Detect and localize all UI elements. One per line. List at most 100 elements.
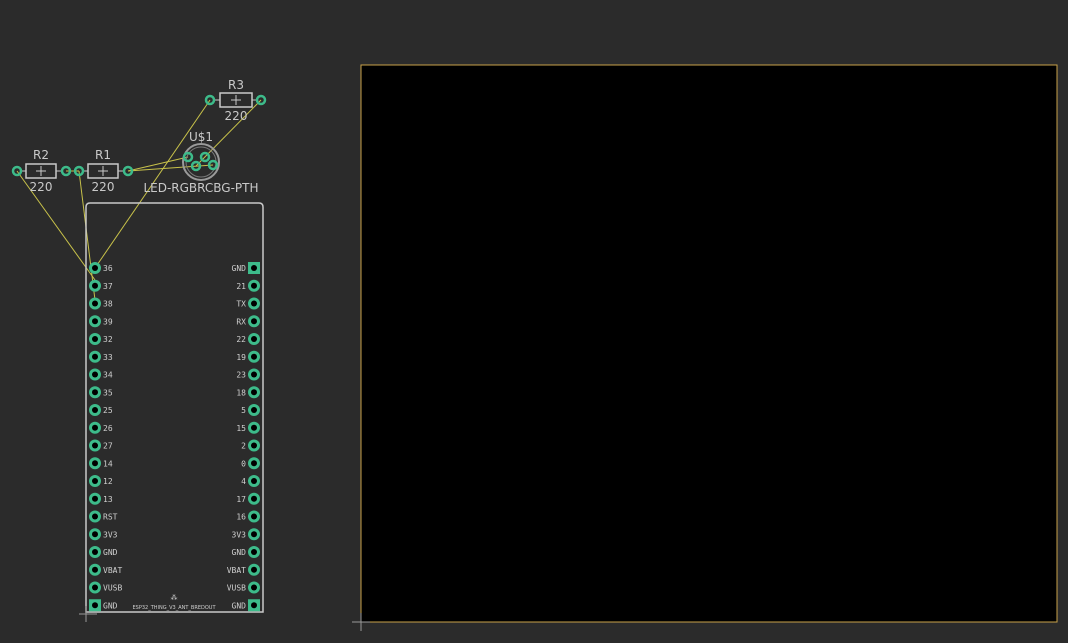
esp32-left-pad-hole-3 bbox=[92, 318, 98, 325]
esp32-right-pin-label-1: 21 bbox=[236, 282, 246, 291]
esp32-left-pad-hole-8 bbox=[92, 407, 98, 413]
esp32-left-pad-hole-10 bbox=[92, 442, 98, 449]
esp32-right-pad-hole-6 bbox=[251, 371, 257, 378]
esp32-right-pin-column: GND 21 TX RX 22 19 23 18 5 15 2 0 4 17 16 3V3 GND VBAT VUS… bbox=[227, 262, 260, 612]
esp32-module[interactable]: 3637383932333435252627141213RST3V3GNDVBA… bbox=[85, 202, 264, 613]
resistor-r1[interactable]: R1 220 bbox=[73, 148, 134, 194]
esp32-left-pin-label-6: 34 bbox=[103, 371, 113, 380]
esp32-right-pin-label-0: GND bbox=[232, 264, 247, 273]
esp32-left-pin-label-2: 38 bbox=[103, 300, 113, 309]
esp32-right-pad-hole-18 bbox=[251, 584, 257, 591]
esp32-left-pin-label-17: VBAT bbox=[103, 566, 122, 575]
resistor-r3[interactable]: R3 220 bbox=[204, 78, 267, 123]
esp32-right-pad-hole-0 bbox=[251, 265, 257, 271]
esp32-left-pad-hole-2 bbox=[92, 300, 98, 307]
esp32-right-pin-label-14: 16 bbox=[236, 513, 246, 522]
esp32-left-pin-label-12: 12 bbox=[103, 477, 113, 486]
esp32-right-pin-label-17: VBAT bbox=[227, 566, 246, 575]
esp32-left-pad-hole-18 bbox=[92, 584, 98, 591]
esp32-right-pad-hole-1 bbox=[251, 282, 257, 289]
esp32-left-pin-label-1: 37 bbox=[103, 282, 113, 291]
esp32-right-pin-label-10: 2 bbox=[241, 442, 246, 451]
esp32-left-pad-hole-16 bbox=[92, 549, 98, 555]
esp32-right-pad-hole-14 bbox=[251, 513, 257, 520]
esp32-left-pin-label-5: 33 bbox=[103, 353, 113, 362]
esp32-left-pad-hole-0 bbox=[92, 265, 98, 271]
esp32-left-pad-hole-1 bbox=[92, 282, 98, 289]
esp32-right-pad-hole-17 bbox=[251, 566, 257, 573]
esp32-right-pin-label-5: 19 bbox=[236, 353, 246, 362]
esp32-left-pin-label-4: 32 bbox=[103, 335, 113, 344]
esp32-left-pad-hole-4 bbox=[92, 336, 98, 342]
esp32-right-pin-label-3: RX bbox=[236, 317, 246, 326]
r2-value: 220 bbox=[30, 180, 53, 194]
esp32-right-pin-label-6: 23 bbox=[236, 371, 246, 380]
esp32-right-pad-hole-3 bbox=[251, 318, 257, 325]
esp32-left-pad-hole-5 bbox=[92, 353, 98, 360]
esp32-right-pad-hole-19 bbox=[251, 602, 257, 609]
esp32-right-pad-hole-10 bbox=[251, 442, 257, 449]
r2-name: R2 bbox=[33, 148, 49, 162]
esp32-right-pin-label-12: 4 bbox=[241, 477, 246, 486]
r1-value: 220 bbox=[92, 180, 115, 194]
esp32-right-pin-label-15: 3V3 bbox=[232, 530, 247, 539]
esp32-right-pad-hole-15 bbox=[251, 531, 257, 538]
esp32-left-pad-hole-19 bbox=[92, 602, 98, 609]
esp32-right-pad-hole-4 bbox=[251, 336, 257, 342]
esp32-right-pad-hole-2 bbox=[251, 300, 257, 307]
esp32-left-pin-label-7: 35 bbox=[103, 388, 113, 397]
led-u1[interactable]: U$1 LED-RGBRCBG-PTH bbox=[143, 130, 258, 195]
esp32-right-pad-hole-8 bbox=[251, 407, 257, 413]
resistor-r2[interactable]: R2 220 bbox=[11, 148, 72, 194]
esp32-left-pad-hole-7 bbox=[92, 389, 98, 396]
esp32-left-pin-label-10: 27 bbox=[103, 442, 113, 451]
esp32-right-pin-label-11: 0 bbox=[241, 459, 246, 468]
esp32-left-pad-hole-13 bbox=[92, 495, 98, 502]
esp32-right-pin-label-8: 5 bbox=[241, 406, 246, 415]
esp32-right-pin-label-4: 22 bbox=[236, 335, 246, 344]
esp32-left-pin-label-15: 3V3 bbox=[103, 530, 118, 539]
esp32-left-pin-label-14: RST bbox=[103, 513, 118, 522]
esp32-left-pin-label-3: 39 bbox=[103, 317, 113, 326]
esp32-right-pin-label-18: VUSB bbox=[227, 584, 246, 593]
esp32-left-pin-label-0: 36 bbox=[103, 264, 113, 273]
esp32-right-pad-hole-13 bbox=[251, 495, 257, 502]
esp32-footer-label: ESP32_THING_V3_ANT_BREDOUT bbox=[133, 605, 217, 611]
esp32-left-pad-hole-14 bbox=[92, 513, 98, 520]
esp32-left-pad-hole-6 bbox=[92, 371, 98, 378]
esp32-right-pin-label-7: 18 bbox=[236, 388, 246, 397]
esp32-left-pad-hole-11 bbox=[92, 460, 98, 467]
esp32-left-pad-hole-12 bbox=[92, 478, 98, 484]
led-name: U$1 bbox=[189, 130, 213, 144]
esp32-left-pin-column: 36 37 38 39 32 33 34 35 25 26 27 14 12 13 RST 3V3 GND VBA… bbox=[89, 262, 122, 612]
esp32-right-pad-hole-9 bbox=[251, 424, 257, 431]
r3-name: R3 bbox=[228, 78, 244, 92]
r1-name: R1 bbox=[95, 148, 111, 162]
pcb-editor-canvas[interactable]: R3 220 R2 220 R1 220 U$1 LED-RGBRCBG-PTH… bbox=[0, 0, 1068, 639]
esp32-left-pad-hole-15 bbox=[92, 531, 98, 538]
airwires bbox=[16, 99, 262, 301]
esp32-left-pin-label-16: GND bbox=[103, 548, 118, 557]
esp32-left-pin-label-8: 25 bbox=[103, 406, 113, 415]
esp32-left-pin-label-13: 13 bbox=[103, 495, 113, 504]
r3-value: 220 bbox=[225, 109, 248, 123]
esp32-right-pin-label-9: 15 bbox=[236, 424, 246, 433]
esp32-left-pin-label-18: VUSB bbox=[103, 584, 122, 593]
led-value: LED-RGBRCBG-PTH bbox=[143, 181, 258, 195]
esp32-right-pin-label-19: GND bbox=[232, 601, 247, 610]
esp32-origin-mark: ⁂ bbox=[171, 594, 178, 602]
esp32-left-pad-hole-17 bbox=[92, 566, 98, 573]
esp32-right-pad-hole-16 bbox=[251, 549, 257, 555]
esp32-right-pin-label-13: 17 bbox=[236, 495, 246, 504]
esp32-left-pin-label-19: GND bbox=[103, 601, 118, 610]
esp32-right-pin-label-16: GND bbox=[232, 548, 247, 557]
esp32-left-pin-label-11: 14 bbox=[103, 459, 113, 468]
esp32-left-pin-label-9: 26 bbox=[103, 424, 113, 433]
esp32-right-pad-hole-12 bbox=[251, 478, 257, 484]
esp32-right-pin-label-2: TX bbox=[236, 300, 246, 309]
esp32-right-pad-hole-11 bbox=[251, 460, 257, 467]
esp32-right-pad-hole-7 bbox=[251, 389, 257, 396]
esp32-right-pad-hole-5 bbox=[251, 353, 257, 360]
esp32-left-pad-hole-9 bbox=[92, 424, 98, 431]
board-outline[interactable] bbox=[360, 64, 1058, 623]
